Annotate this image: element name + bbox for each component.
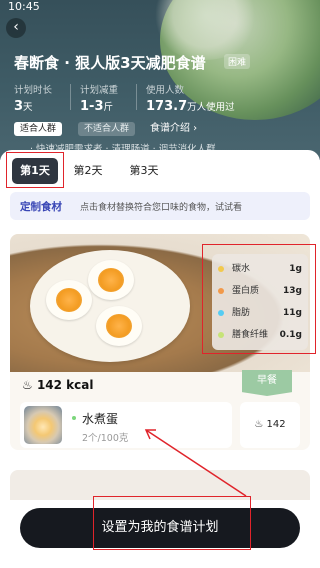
- stat-label: 计划时长: [14, 85, 53, 96]
- back-button[interactable]: ‹: [6, 18, 26, 38]
- custom-ingredients-bar[interactable]: 定制食材 点击食材替换符合您口味的食物，试试看: [10, 192, 310, 220]
- stat-label: 计划减重: [80, 85, 119, 96]
- custom-ingredients-desc: 点击食材替换符合您口味的食物，试试看: [80, 203, 243, 213]
- highlight-box-day-tab: [6, 152, 64, 188]
- meal-type-tag: 早餐: [242, 370, 292, 396]
- difficulty-badge: 困难: [224, 54, 251, 69]
- stat-divider: [136, 84, 137, 110]
- stat-users: 使用人数 173.7万人使用过: [146, 82, 235, 114]
- stat-value: 1-3斤: [80, 99, 114, 114]
- tab-day-3[interactable]: 第3天: [122, 158, 166, 184]
- egg-half: [88, 260, 134, 300]
- header-banner: [0, 0, 320, 160]
- page-title: 春断食 · 狠人版3天减肥食谱: [14, 54, 206, 72]
- tab-day-2[interactable]: 第2天: [66, 158, 110, 184]
- egg-half: [96, 306, 142, 346]
- plate: [30, 250, 190, 362]
- tab-suitable-audience[interactable]: 适合人群: [14, 122, 63, 136]
- flame-icon: ♨: [254, 419, 267, 430]
- flame-icon: ♨: [22, 378, 37, 392]
- status-dot: [72, 416, 76, 420]
- egg-half: [46, 280, 92, 320]
- tab-unsuitable-audience[interactable]: 不适合人群: [78, 122, 136, 136]
- highlight-box-cta: [93, 496, 251, 550]
- stat-value: 173.7万人使用过: [146, 99, 235, 114]
- food-quantity: 2个/100克: [82, 433, 129, 444]
- stat-value: 3天: [14, 99, 33, 114]
- stat-duration: 计划时长 3天: [14, 82, 52, 114]
- food-thumbnail: [24, 406, 62, 444]
- stat-label: 使用人数: [146, 85, 185, 96]
- stat-weight-loss: 计划减重 1-3斤: [80, 82, 118, 114]
- food-item[interactable]: 水煮蛋 2个/100克: [20, 402, 232, 448]
- food-name: 水煮蛋: [82, 412, 119, 426]
- status-time: 10:45: [8, 0, 40, 13]
- meal-calories: ♨ 142 kcal: [22, 378, 94, 392]
- recipe-intro-link[interactable]: 食谱介绍 ›: [144, 122, 203, 136]
- stat-divider: [70, 84, 71, 110]
- food-calories: ♨ 142: [240, 402, 300, 448]
- custom-ingredients-title: 定制食材: [20, 201, 62, 213]
- highlight-box-nutrition: [202, 244, 316, 354]
